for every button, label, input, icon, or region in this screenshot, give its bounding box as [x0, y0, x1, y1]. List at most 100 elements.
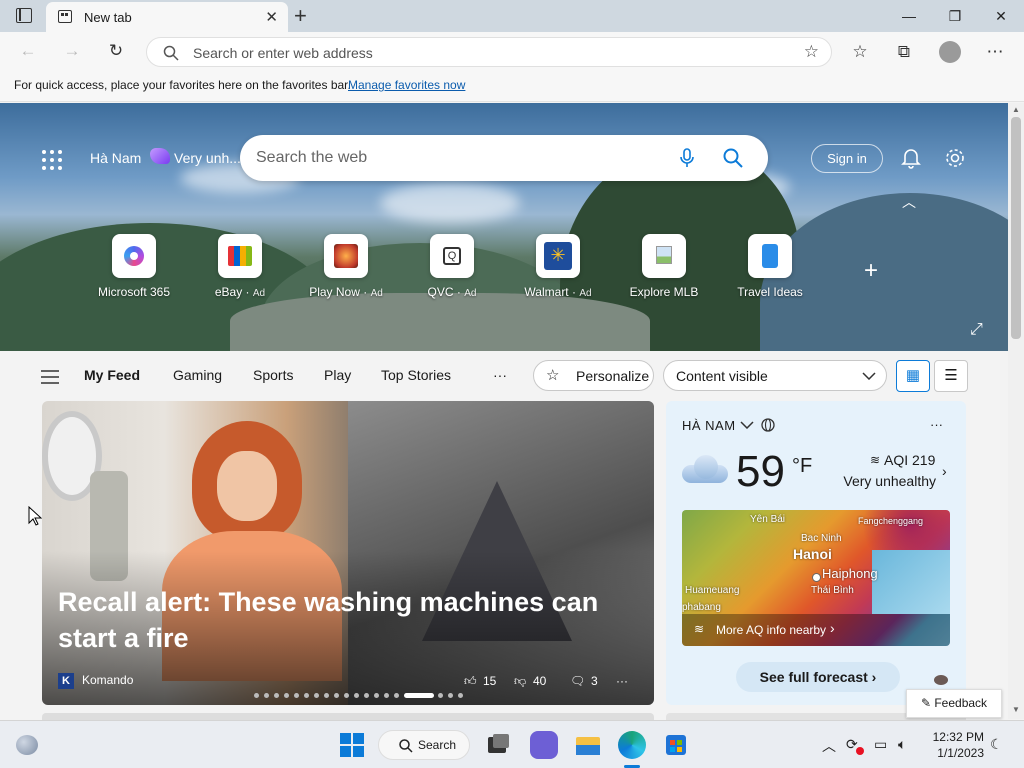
apps-grid-icon[interactable]: [42, 150, 62, 170]
see-full-forecast-button[interactable]: See full forecast ›: [736, 662, 900, 692]
temperature-unit[interactable]: °F: [792, 455, 812, 478]
close-tab-icon[interactable]: ✕: [265, 8, 278, 26]
article-title[interactable]: Recall alert: These washing machines can…: [58, 584, 618, 656]
settings-more-icon[interactable]: ⋯: [984, 41, 1006, 63]
feedback-button[interactable]: ✎ Feedback: [906, 689, 1002, 718]
quick-link-play-now[interactable]: Play Now · Ad: [300, 234, 392, 299]
system-clock[interactable]: 12:32 PM 1/1/2023: [928, 729, 984, 761]
chevron-right-icon[interactable]: ›: [942, 463, 947, 479]
microsoft-store-icon[interactable]: [662, 731, 690, 759]
quick-link-travel-ideas[interactable]: Travel Ideas: [724, 234, 816, 299]
page-settings-gear-icon[interactable]: [944, 147, 966, 169]
carousel-dot[interactable]: [374, 693, 379, 698]
ebay-bag-icon: [228, 246, 252, 266]
carousel-dot[interactable]: [458, 693, 463, 698]
microphone-icon[interactable]: [679, 148, 695, 168]
carousel-dot[interactable]: [264, 693, 269, 698]
start-windows-icon[interactable]: [338, 731, 366, 759]
quick-link-microsoft-365[interactable]: Microsoft 365: [88, 234, 180, 299]
manage-favorites-link[interactable]: Manage favorites now: [348, 78, 465, 92]
page-scrollbar[interactable]: ▲ ▼: [1008, 103, 1024, 719]
network-icon[interactable]: ▭: [874, 736, 887, 753]
favorites-icon[interactable]: ☆: [849, 41, 871, 63]
new-tab-button[interactable]: +: [294, 3, 307, 29]
close-window-button[interactable]: ✕: [978, 0, 1024, 32]
menu-hamburger-icon[interactable]: [41, 370, 59, 384]
chevron-down-icon[interactable]: [740, 421, 754, 429]
add-quick-link-button[interactable]: +: [864, 257, 878, 285]
featured-article-card[interactable]: Recall alert: These washing machines can…: [42, 401, 654, 705]
carousel-dot[interactable]: [394, 693, 399, 698]
minimize-button[interactable]: —: [886, 0, 932, 32]
weather-more-button[interactable]: ···: [930, 417, 943, 432]
edge-browser-icon[interactable]: [618, 731, 646, 759]
dislike-icon[interactable]: 👎︎: [514, 674, 526, 689]
article-more-button[interactable]: ···: [616, 674, 628, 688]
sign-in-button[interactable]: Sign in: [811, 144, 883, 173]
map-label: Fangchenggang: [858, 516, 924, 526]
collections-icon[interactable]: ⧉: [893, 41, 915, 63]
web-search-box[interactable]: Search the web: [240, 135, 768, 181]
scrollbar-thumb[interactable]: [1011, 117, 1021, 339]
file-explorer-icon[interactable]: [574, 731, 602, 759]
air-quality-map[interactable]: Yên Bái Fangchenggang Bac Ninh Hanoi Hai…: [682, 510, 950, 646]
notification-moon-icon[interactable]: ☾: [990, 736, 1003, 753]
location-globe-icon[interactable]: [761, 418, 775, 432]
like-icon[interactable]: 👍︎: [464, 674, 477, 689]
carousel-dot[interactable]: [448, 693, 453, 698]
carousel-dot[interactable]: [284, 693, 289, 698]
weather-location[interactable]: HÀ NAM: [682, 418, 736, 433]
back-button[interactable]: ←: [16, 40, 40, 62]
search-icon[interactable]: [723, 148, 743, 168]
forward-button[interactable]: →: [60, 40, 84, 62]
address-bar[interactable]: Search or enter web address ☆: [146, 37, 832, 67]
profile-avatar[interactable]: [939, 41, 961, 63]
collapse-chevron-up-icon[interactable]: ︿: [902, 192, 916, 212]
article-source[interactable]: Komando: [82, 673, 133, 687]
carousel-dot[interactable]: [324, 693, 329, 698]
refresh-button[interactable]: ↻: [104, 40, 128, 62]
feed-tab-play[interactable]: Play: [324, 367, 351, 383]
aqi-value[interactable]: AQI 219: [884, 452, 935, 468]
add-favorite-icon[interactable]: ☆: [804, 42, 819, 62]
expand-background-icon[interactable]: ⤢: [970, 321, 983, 339]
content-visibility-dropdown[interactable]: Content visible: [663, 360, 887, 391]
feed-tab-gaming[interactable]: Gaming: [173, 367, 222, 383]
quick-link-qvc[interactable]: Q QVC · Ad: [406, 234, 498, 299]
carousel-dot[interactable]: [314, 693, 319, 698]
tab-new-tab[interactable]: New tab ✕: [46, 2, 288, 32]
carousel-dot[interactable]: [274, 693, 279, 698]
carousel-dot[interactable]: [344, 693, 349, 698]
carousel-dot[interactable]: [354, 693, 359, 698]
carousel-dot[interactable]: [364, 693, 369, 698]
task-view-icon[interactable]: [484, 731, 512, 759]
carousel-dot[interactable]: [304, 693, 309, 698]
hero-location[interactable]: Hà Nam: [90, 150, 141, 166]
grid-view-button[interactable]: ▦: [896, 360, 930, 392]
quick-link-walmart[interactable]: ✳ Walmart · Ad: [512, 234, 604, 299]
list-view-button[interactable]: ☰: [934, 360, 968, 392]
feed-more-button[interactable]: ···: [493, 367, 507, 383]
notification-bell-icon[interactable]: [901, 147, 921, 169]
feed-tab-sports[interactable]: Sports: [253, 367, 293, 383]
carousel-dot[interactable]: [438, 693, 443, 698]
widgets-weather-icon[interactable]: [16, 735, 38, 755]
teams-chat-icon[interactable]: [530, 731, 558, 759]
tab-actions-icon[interactable]: [16, 8, 32, 23]
carousel-dot[interactable]: [384, 693, 389, 698]
feed-tab-top-stories[interactable]: Top Stories: [381, 367, 451, 383]
carousel-dot[interactable]: [404, 693, 434, 698]
restore-button[interactable]: ❐: [932, 0, 978, 32]
comment-icon[interactable]: 🗨︎: [570, 674, 585, 688]
aq-info-link[interactable]: ≋ More AQ info nearby ›: [682, 614, 950, 646]
quick-link-explore-mlb[interactable]: Explore MLB: [618, 234, 710, 299]
volume-icon[interactable]: 🔈︎: [898, 736, 906, 753]
carousel-dot[interactable]: [254, 693, 259, 698]
personalize-button[interactable]: ☆ Personalize: [533, 360, 654, 391]
feed-tab-my-feed[interactable]: My Feed: [84, 367, 140, 383]
carousel-dot[interactable]: [294, 693, 299, 698]
quick-link-ebay[interactable]: eBay · Ad: [194, 234, 286, 299]
chevron-up-icon[interactable]: ︿: [822, 736, 836, 756]
carousel-dot[interactable]: [334, 693, 339, 698]
hero-weather-summary[interactable]: Very unh...: [174, 150, 241, 166]
